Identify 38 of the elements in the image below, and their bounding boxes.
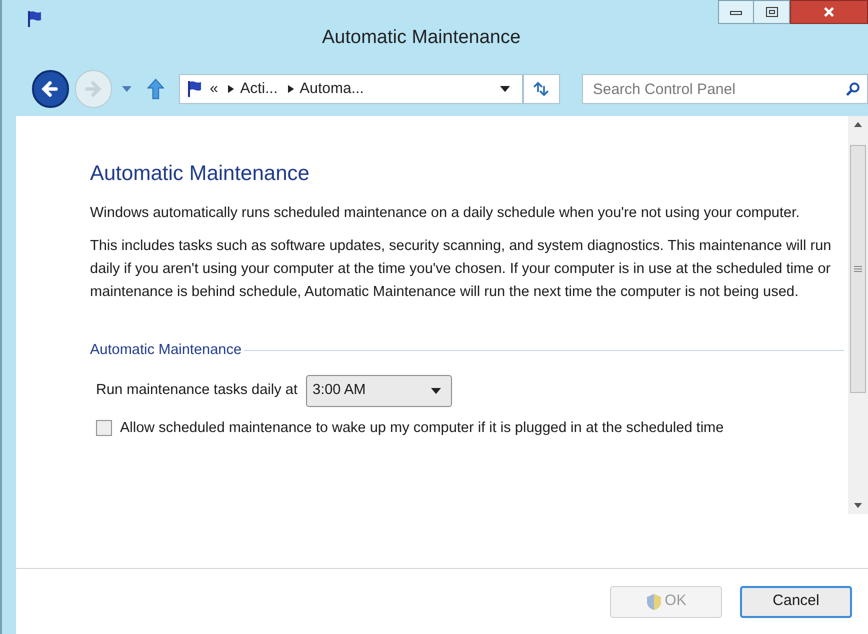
schedule-label: Run maintenance tasks daily at: [96, 381, 298, 400]
flag-icon: [186, 80, 204, 98]
triangle-icon: [288, 85, 294, 93]
maximize-button[interactable]: [754, 0, 790, 24]
minimize-icon: [730, 9, 742, 15]
minimize-button[interactable]: [718, 0, 754, 24]
time-dropdown[interactable]: 3:00 AM: [306, 375, 452, 408]
caret-icon: [430, 388, 440, 394]
caret-icon[interactable]: [500, 86, 510, 92]
triangle-icon: [228, 85, 234, 93]
refresh-icon: [532, 81, 550, 97]
grip-icon: [854, 266, 862, 272]
breadcrumb[interactable]: Acti...: [240, 78, 278, 100]
back-button[interactable]: [32, 70, 69, 108]
description-text: This includes tasks such as software updates, security scanning, and system diagnostics. This maintenance will run daily if you aren't using your computer at the time you've chosen. If your computer is in use at the scheduled time or maintenance is behind schedule, Automatic Maintenance will run the next time the computer is not being used.: [90, 236, 832, 302]
breadcrumb[interactable]: Automa...: [300, 78, 364, 100]
scroll-thumb[interactable]: [850, 145, 866, 393]
shield-icon: [646, 592, 662, 610]
checkbox-label: Allow scheduled maintenance to wake up my computer if it is plugged in at the scheduled time: [120, 419, 725, 438]
overflow-chevron[interactable]: «: [210, 78, 218, 100]
scroll-down-icon[interactable]: [854, 503, 862, 508]
search-icon[interactable]: [846, 82, 860, 96]
window-title: Automatic Maintenance: [322, 26, 521, 50]
refresh-button[interactable]: [523, 74, 560, 104]
maximize-icon: [766, 7, 778, 17]
description-text: Windows automatically runs scheduled maintenance on a daily schedule when you're not using your computer.: [90, 204, 801, 222]
search-field[interactable]: Search Control Panel: [582, 74, 868, 104]
scrollbar[interactable]: [848, 116, 868, 514]
dialog-button[interactable]: Cancel: [740, 586, 852, 618]
wake-checkbox[interactable]: [96, 420, 112, 436]
page-heading: Automatic Maintenance: [90, 161, 310, 187]
group-title: Automatic Maintenance: [90, 340, 242, 360]
up-arrow-icon[interactable]: [147, 78, 165, 100]
flag-icon: [26, 10, 44, 28]
scroll-up-icon[interactable]: [854, 122, 862, 127]
address-bar[interactable]: « Acti... Automa...: [178, 74, 524, 104]
close-icon: [823, 6, 835, 18]
close-button[interactable]: [790, 0, 868, 24]
